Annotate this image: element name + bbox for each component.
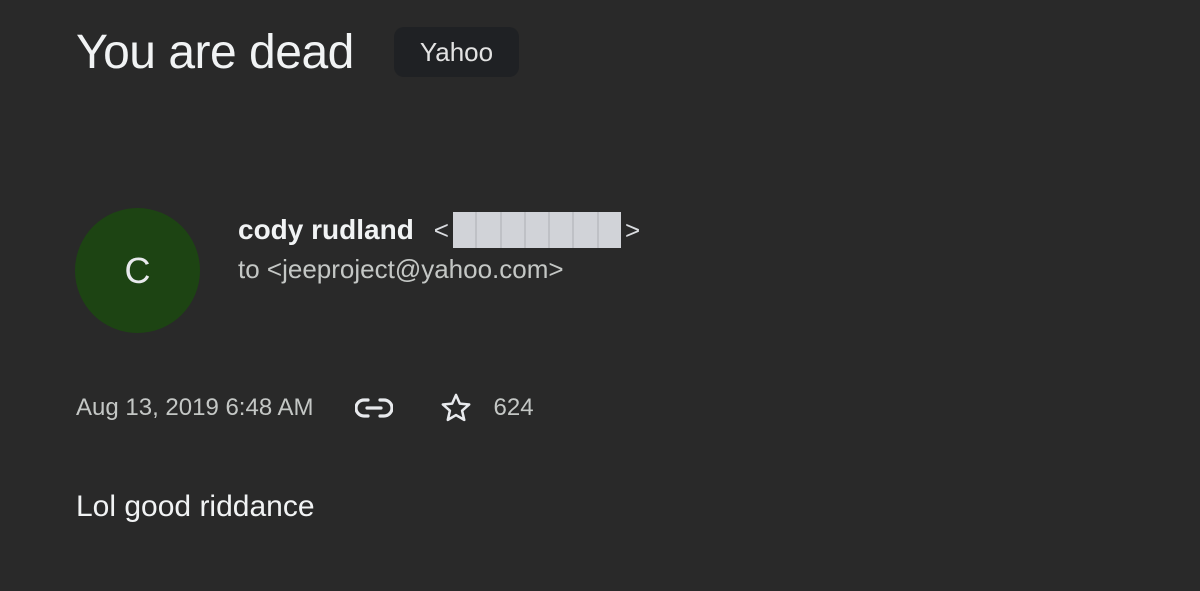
email-subject: You are dead — [76, 25, 354, 79]
email-date: Aug 13, 2019 6:48 AM — [76, 394, 314, 421]
redacted-sender-email — [452, 212, 621, 248]
email-close-bracket: > — [624, 214, 641, 245]
star-icon[interactable] — [434, 386, 478, 430]
recipient-line: to <jeeproject@yahoo.com> — [238, 254, 564, 284]
email-open-bracket: < — [433, 214, 449, 245]
sender-avatar[interactable]: C — [75, 208, 200, 333]
sender-name[interactable]: cody rudland — [238, 214, 414, 246]
sender-line: cody rudland < > — [238, 210, 640, 250]
reaction-count: 624 — [493, 394, 534, 421]
meta-row: Aug 13, 2019 6:48 AM 624 — [76, 386, 534, 430]
label-chip-yahoo[interactable]: Yahoo — [393, 27, 520, 77]
avatar-initial: C — [124, 249, 151, 291]
link-icon[interactable] — [352, 386, 396, 430]
email-body: Lol good riddance — [76, 490, 315, 523]
subject-row: You are dead Yahoo — [76, 22, 520, 82]
